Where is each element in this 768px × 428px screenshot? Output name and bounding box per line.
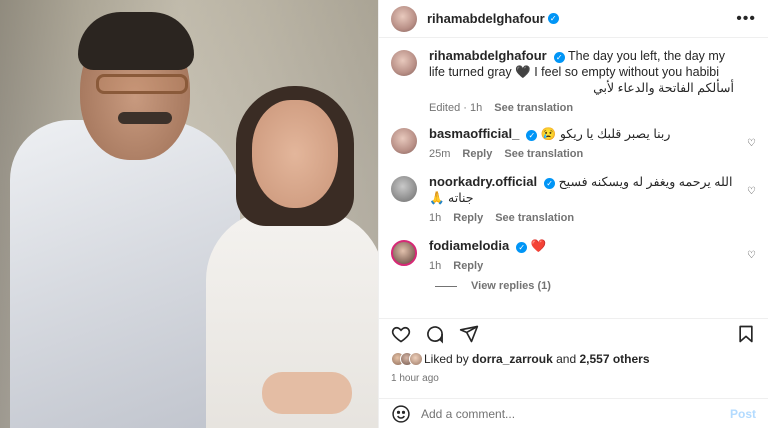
share-icon[interactable] bbox=[459, 324, 479, 344]
add-comment-bar: Post bbox=[379, 398, 768, 428]
action-bar bbox=[379, 318, 768, 348]
instagram-post-modal: rihamabdelghafour ✓ ••• rihamabdelghafou… bbox=[0, 0, 768, 428]
bookmark-icon[interactable] bbox=[736, 324, 756, 344]
liked-by-label: Liked by bbox=[424, 352, 469, 366]
comment-username[interactable]: noorkadry.official bbox=[429, 174, 537, 189]
see-translation-button[interactable]: See translation bbox=[495, 212, 574, 224]
likes-and: and bbox=[556, 352, 577, 366]
likes-others[interactable]: 2,557 others bbox=[579, 352, 649, 366]
liker-avatars bbox=[391, 352, 423, 366]
comment-age: 25m bbox=[429, 148, 451, 160]
more-options-icon[interactable]: ••• bbox=[736, 10, 756, 28]
replies-divider bbox=[435, 285, 457, 287]
liker-avatar bbox=[409, 352, 423, 366]
comment-item: fodiamelodia ✓ ❤️ 1h Reply ♡ bbox=[391, 238, 756, 272]
comment-age: 1h bbox=[429, 212, 442, 224]
comment-item: noorkadry.official ✓ الله يرحمه ويغفر له … bbox=[391, 174, 756, 224]
view-replies[interactable]: View replies (1) bbox=[435, 280, 756, 292]
reply-button[interactable]: Reply bbox=[453, 260, 483, 272]
photo-glasses bbox=[96, 74, 188, 94]
caption-age: 1h bbox=[469, 102, 483, 114]
comment-avatar-story-ring[interactable] bbox=[391, 240, 417, 266]
comment-username[interactable]: basmaofficial_ bbox=[429, 126, 519, 141]
caption-edited: Edited bbox=[429, 102, 461, 114]
author-username[interactable]: rihamabdelghafour bbox=[427, 11, 545, 26]
photo-mustache bbox=[118, 112, 172, 124]
photo-girl-face bbox=[252, 100, 338, 208]
comment-username[interactable]: fodiamelodia bbox=[429, 238, 509, 253]
comment-avatar[interactable] bbox=[391, 128, 417, 154]
author-avatar[interactable] bbox=[391, 5, 417, 32]
comment-item: basmaofficial_ ✓ ربنا يصبر قلبك يا ريكو 😢… bbox=[391, 126, 756, 160]
verified-badge-icon: ✓ bbox=[544, 178, 556, 189]
liked-by-user[interactable]: dorra_zarrouk bbox=[472, 352, 553, 366]
like-comment-heart-icon[interactable]: ♡ bbox=[747, 138, 756, 149]
photo-hands bbox=[262, 372, 352, 414]
comment-icon[interactable] bbox=[425, 324, 445, 344]
like-comment-heart-icon[interactable]: ♡ bbox=[747, 250, 756, 261]
photo-man-hair bbox=[78, 12, 194, 70]
verified-badge-icon: ✓ bbox=[553, 52, 565, 63]
verified-badge-icon: ✓ bbox=[547, 13, 559, 24]
verified-badge-icon: ✓ bbox=[516, 242, 528, 253]
comment-avatar[interactable] bbox=[391, 176, 417, 202]
caption-arabic: أسألكم الفاتحة والدعاء لأبي bbox=[593, 81, 734, 95]
heart-icon[interactable] bbox=[391, 324, 411, 344]
comment-input[interactable] bbox=[421, 406, 730, 421]
likes-summary: Liked by dorra_zarrouk and 2,557 others bbox=[391, 352, 650, 366]
like-comment-heart-icon[interactable]: ♡ bbox=[747, 186, 756, 197]
emoji-icon[interactable] bbox=[391, 404, 411, 424]
caption-username[interactable]: rihamabdelghafour bbox=[429, 48, 547, 63]
reply-button[interactable]: Reply bbox=[453, 212, 483, 224]
comment-text: ربنا يصبر قلبك يا ريكو 😢 bbox=[540, 127, 671, 141]
post-timestamp[interactable]: 1 hour ago bbox=[391, 373, 439, 384]
view-replies-label[interactable]: View replies (1) bbox=[471, 280, 551, 292]
caption-see-translation[interactable]: See translation bbox=[494, 102, 573, 114]
post-details-pane: rihamabdelghafour ✓ ••• rihamabdelghafou… bbox=[378, 0, 768, 428]
caption-avatar[interactable] bbox=[391, 50, 417, 76]
comments-section: rihamabdelghafour ✓ The day you left, the… bbox=[379, 48, 768, 310]
post-comment-button[interactable]: Post bbox=[730, 407, 756, 421]
see-translation-button[interactable]: See translation bbox=[504, 148, 583, 160]
verified-badge-icon: ✓ bbox=[526, 130, 538, 141]
caption-text: rihamabdelghafour ✓ The day you left, the… bbox=[429, 48, 734, 96]
post-photo[interactable] bbox=[0, 0, 378, 428]
reply-button[interactable]: Reply bbox=[462, 148, 492, 160]
comment-age: 1h bbox=[429, 260, 442, 272]
comment-text: ❤️ bbox=[530, 239, 547, 253]
caption: rihamabdelghafour ✓ The day you left, the… bbox=[391, 48, 756, 114]
post-header: rihamabdelghafour ✓ ••• bbox=[379, 0, 768, 38]
caption-meta: Edited · 1h See translation bbox=[429, 102, 574, 114]
